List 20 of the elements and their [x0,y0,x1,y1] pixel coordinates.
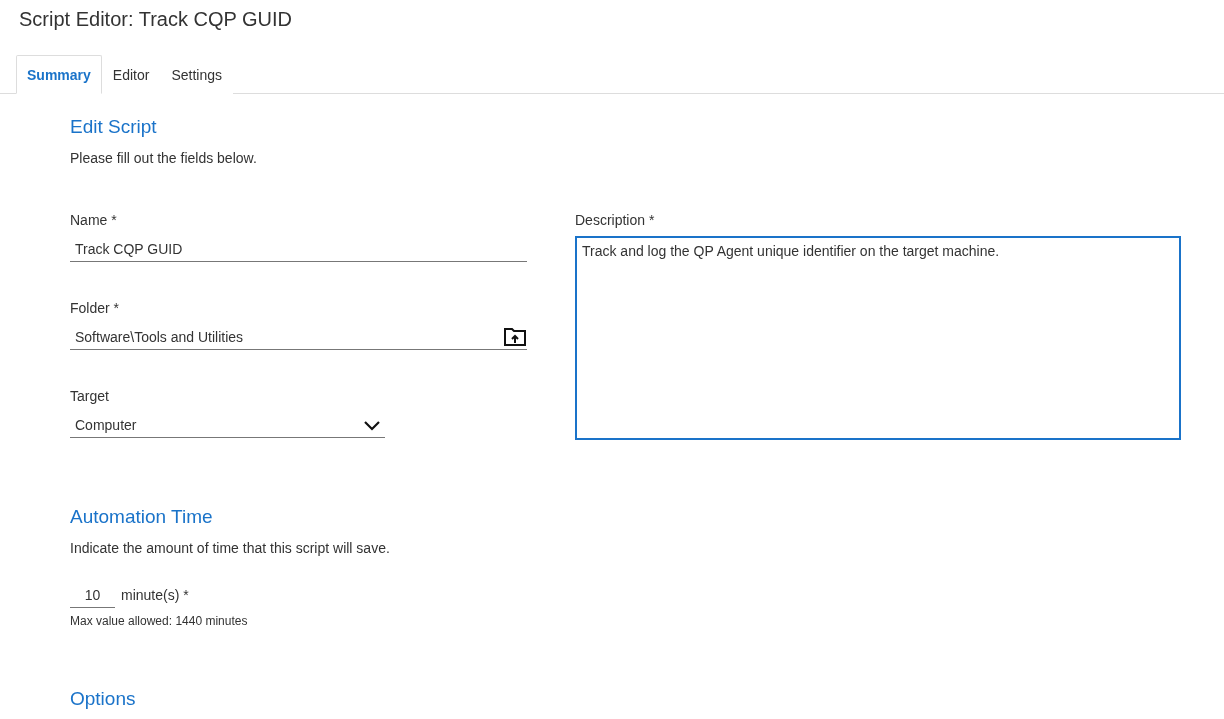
hint-text: Max value allowed: 1440 minutes [70,614,249,628]
name-field[interactable]: Track CQP GUID [70,236,527,262]
field-label: Name * [70,212,118,228]
intro-text: Please fill out the fields below. [70,150,258,166]
window-title: Script Editor: Track CQP GUID [18,7,294,32]
minutes-field[interactable]: 10 [70,582,115,608]
unit-label: minute(s) * [121,587,189,603]
target-dropdown[interactable]: Computer [70,412,385,438]
section-heading: Edit Script [70,116,158,138]
field-label: Target [70,388,110,404]
chevron-down-icon [363,418,381,431]
field-label: Description * [575,212,656,228]
field-label: Folder * [70,300,121,316]
intro-text: Indicate the amount of time that this script will save. [70,540,391,556]
folder-upload-icon[interactable] [503,326,527,347]
folder-field[interactable]: Software\Tools and Utilities [70,324,527,350]
section-heading: Options [70,688,137,710]
description-field[interactable]: Track and log the QP Agent unique identifier on the target machine. [575,236,1181,440]
tab[interactable]: Summary [16,55,102,94]
section-heading: Automation Time [70,506,214,528]
